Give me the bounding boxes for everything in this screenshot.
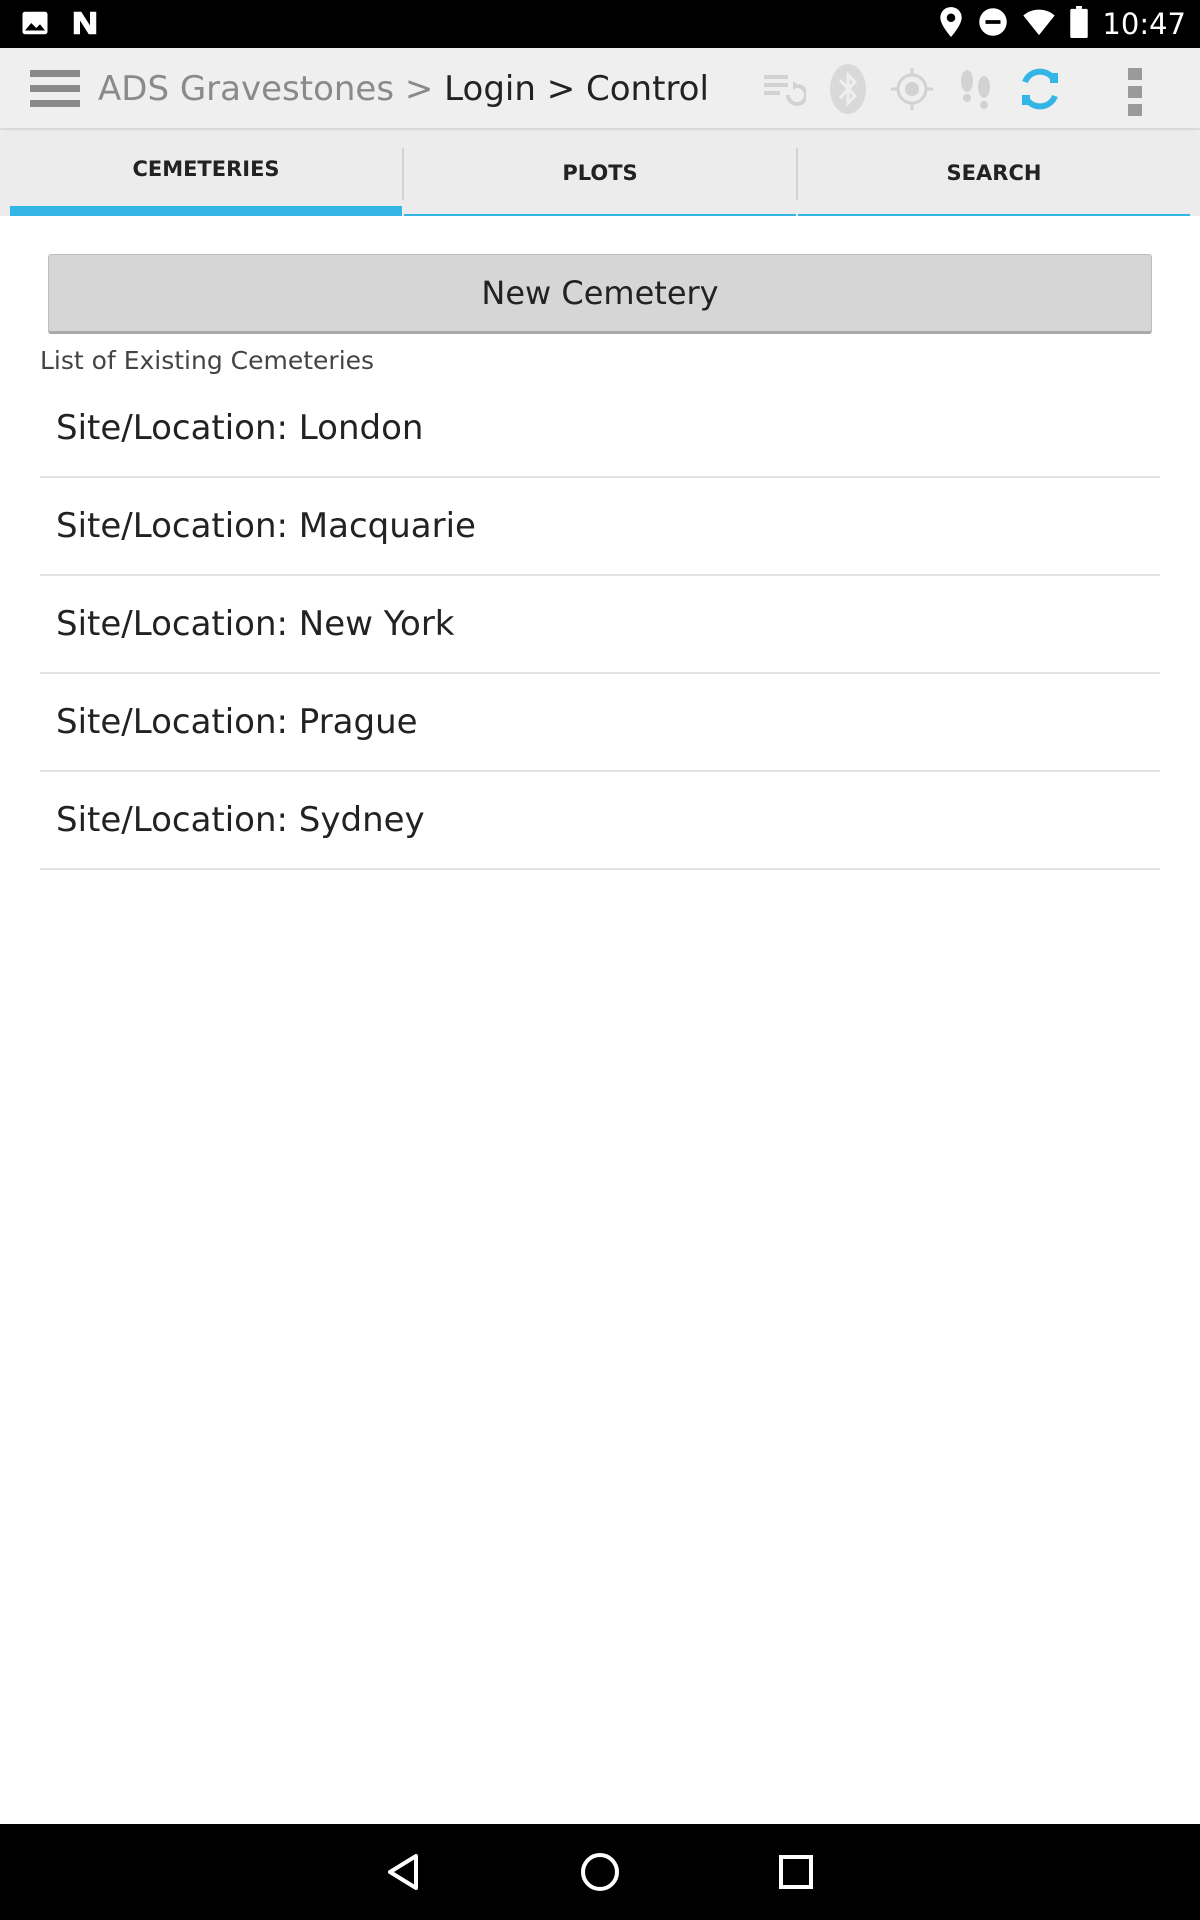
wifi-icon bbox=[1022, 7, 1056, 41]
refresh-icon[interactable] bbox=[1008, 58, 1072, 120]
back-icon[interactable] bbox=[374, 1842, 434, 1902]
tab-label: SEARCH bbox=[946, 161, 1042, 185]
tab-bar: CEMETERIES PLOTS SEARCH bbox=[0, 132, 1200, 216]
list-caption: List of Existing Cemeteries bbox=[40, 346, 375, 375]
cemeteries-panel: New Cemetery List of Existing Cemeteries… bbox=[10, 216, 1190, 1824]
overflow-menu-icon[interactable] bbox=[1110, 62, 1160, 122]
image-icon bbox=[20, 8, 50, 42]
location-pin-icon bbox=[938, 6, 964, 42]
status-bar: 10:47 bbox=[0, 0, 1200, 48]
n-notification-icon bbox=[70, 8, 100, 42]
tab-label: CEMETERIES bbox=[132, 157, 280, 181]
breadcrumb-separator: > bbox=[535, 69, 587, 109]
tab-cemeteries[interactable]: CEMETERIES bbox=[10, 132, 402, 216]
battery-icon bbox=[1070, 6, 1089, 42]
breadcrumb: ADS Gravestones > Login > Control bbox=[98, 66, 709, 112]
list-item[interactable]: Site/Location: Sydney bbox=[40, 772, 1160, 870]
list-item[interactable]: Site/Location: New York bbox=[40, 576, 1160, 674]
breadcrumb-control: Control bbox=[586, 69, 709, 109]
sync-list-icon[interactable] bbox=[752, 58, 816, 120]
tab-search[interactable]: SEARCH bbox=[798, 132, 1190, 216]
tab-label: PLOTS bbox=[562, 161, 638, 185]
list-item[interactable]: Site/Location: London bbox=[40, 380, 1160, 478]
home-icon[interactable] bbox=[570, 1842, 630, 1902]
footprints-icon[interactable] bbox=[944, 58, 1008, 120]
status-time: 10:47 bbox=[1102, 7, 1186, 41]
list-item[interactable]: Site/Location: Macquarie bbox=[40, 478, 1160, 576]
breadcrumb-separator: > bbox=[394, 69, 445, 109]
gps-target-icon[interactable] bbox=[880, 58, 944, 120]
breadcrumb-login[interactable]: Login bbox=[444, 69, 536, 109]
action-icons bbox=[752, 58, 1072, 120]
breadcrumb-app[interactable]: ADS Gravestones bbox=[98, 69, 394, 109]
tab-plots[interactable]: PLOTS bbox=[404, 132, 796, 216]
bluetooth-icon[interactable] bbox=[816, 58, 880, 120]
navigation-bar bbox=[0, 1824, 1200, 1920]
cemetery-list: Site/Location: London Site/Location: Mac… bbox=[40, 380, 1160, 870]
status-right-icons: 10:47 bbox=[938, 0, 1186, 48]
hamburger-menu-icon[interactable] bbox=[28, 68, 84, 112]
new-cemetery-button[interactable]: New Cemetery bbox=[48, 254, 1152, 334]
do-not-disturb-icon bbox=[978, 7, 1008, 41]
action-bar: ADS Gravestones > Login > Control bbox=[0, 48, 1200, 130]
list-item[interactable]: Site/Location: Prague bbox=[40, 674, 1160, 772]
recents-icon[interactable] bbox=[766, 1842, 826, 1902]
status-left-icons bbox=[20, 8, 100, 42]
